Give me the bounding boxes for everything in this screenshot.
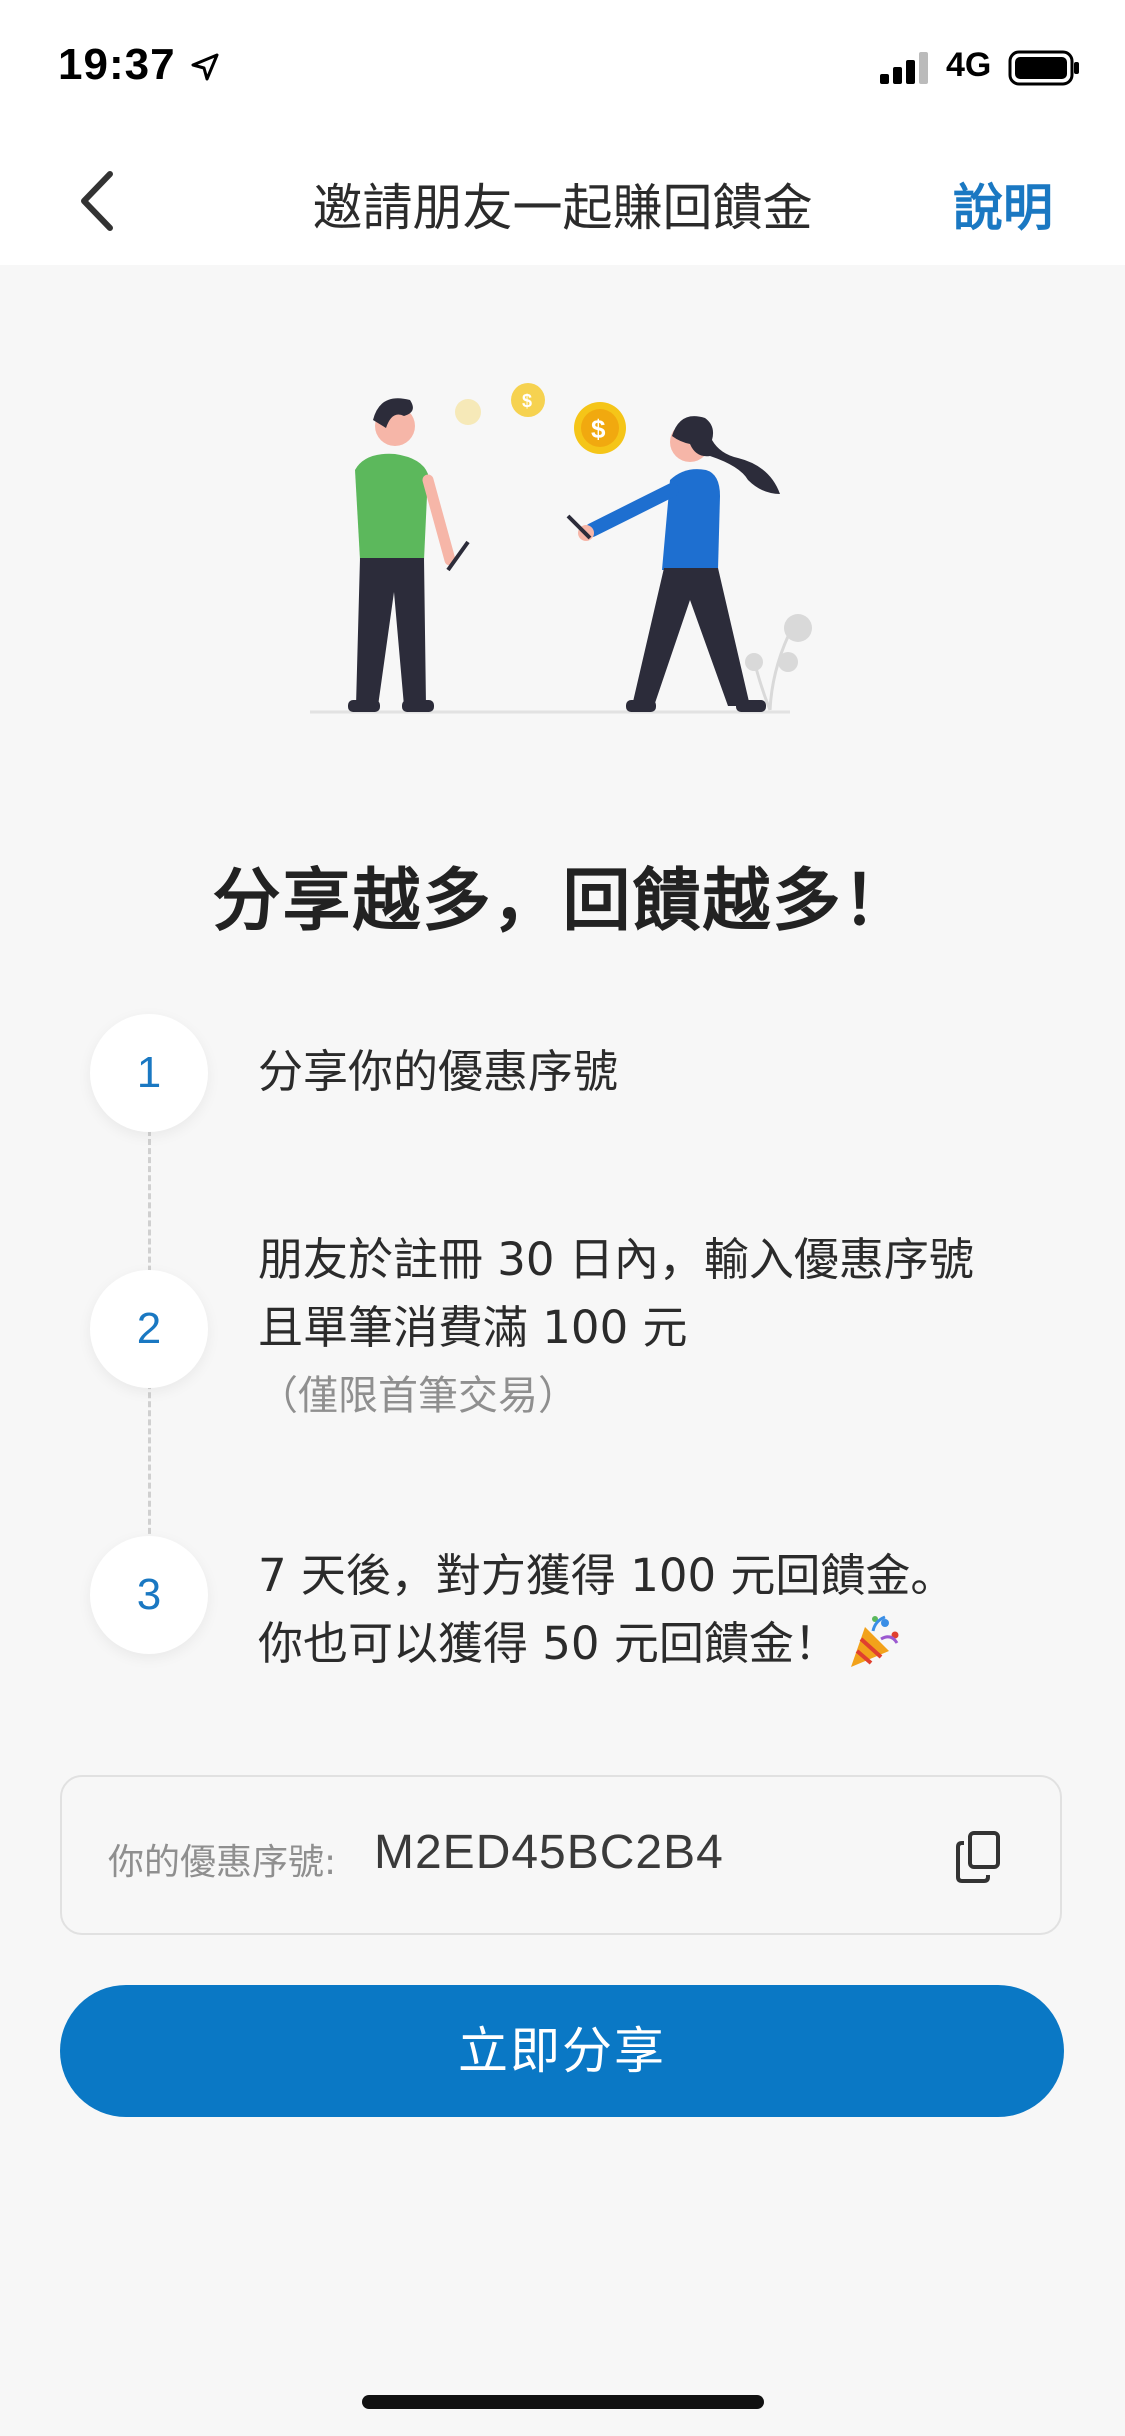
help-button[interactable]: 說明 [953, 168, 1053, 240]
svg-text:$: $ [522, 391, 532, 411]
navigation-bar: 邀請朋友一起賺回饋金 說明 [0, 140, 1125, 265]
headline: 分享越多，回饋越多！ [212, 862, 913, 941]
party-popper-icon [850, 1615, 899, 1667]
svg-text:$: $ [591, 414, 606, 444]
battery-icon [1008, 50, 1079, 86]
promo-code-value: M2ED45BC2B4 [374, 1826, 724, 1879]
step-1-line-1: 分享你的優惠序號 [258, 1045, 619, 1098]
status-bar: 19:37 4G [0, 0, 1125, 140]
step-number-2: 2 [90, 1270, 208, 1388]
step-1-text: 分享你的優惠序號 [258, 1038, 618, 1106]
copy-button[interactable] [952, 1827, 1008, 1887]
promo-code-box: 你的優惠序號: M2ED45BC2B4 [60, 1775, 1062, 1935]
share-now-button[interactable]: 立即分享 [60, 1985, 1064, 2117]
step-2-line-2: 且單筆消費滿 100 元 [258, 1301, 688, 1354]
step-3-line-2: 你也可以獲得 50 元回饋金！ [258, 1610, 955, 1678]
step-3-line-1: 7 天後，對方獲得 100 元回饋金。 [258, 1549, 956, 1602]
step-number-1: 1 [90, 1014, 208, 1132]
cellular-signal-icon [880, 52, 928, 84]
home-indicator [362, 2395, 764, 2409]
location-arrow-icon [191, 53, 219, 81]
step-2-note: （僅限首筆交易） [258, 1373, 578, 1419]
step-2-text: 朋友於註冊 30 日內，輸入優惠序號 且單筆消費滿 100 元 （僅限首筆交易） [258, 1226, 974, 1430]
status-time: 19:37 [58, 40, 176, 89]
step-3-text: 7 天後，對方獲得 100 元回饋金。 你也可以獲得 50 元回饋金！ [258, 1542, 955, 1678]
step-3-line-2-text: 你也可以獲得 50 元回饋金！ [258, 1617, 839, 1670]
step-2-line-1: 朋友於註冊 30 日內，輸入優惠序號 [258, 1233, 974, 1286]
friends-sharing-illustration: $ $ [310, 383, 812, 714]
promo-code-label: 你的優惠序號: [108, 1842, 337, 1883]
network-type: 4G [946, 46, 992, 84]
copy-icon [956, 1831, 1000, 1883]
step-number-3: 3 [90, 1536, 208, 1654]
